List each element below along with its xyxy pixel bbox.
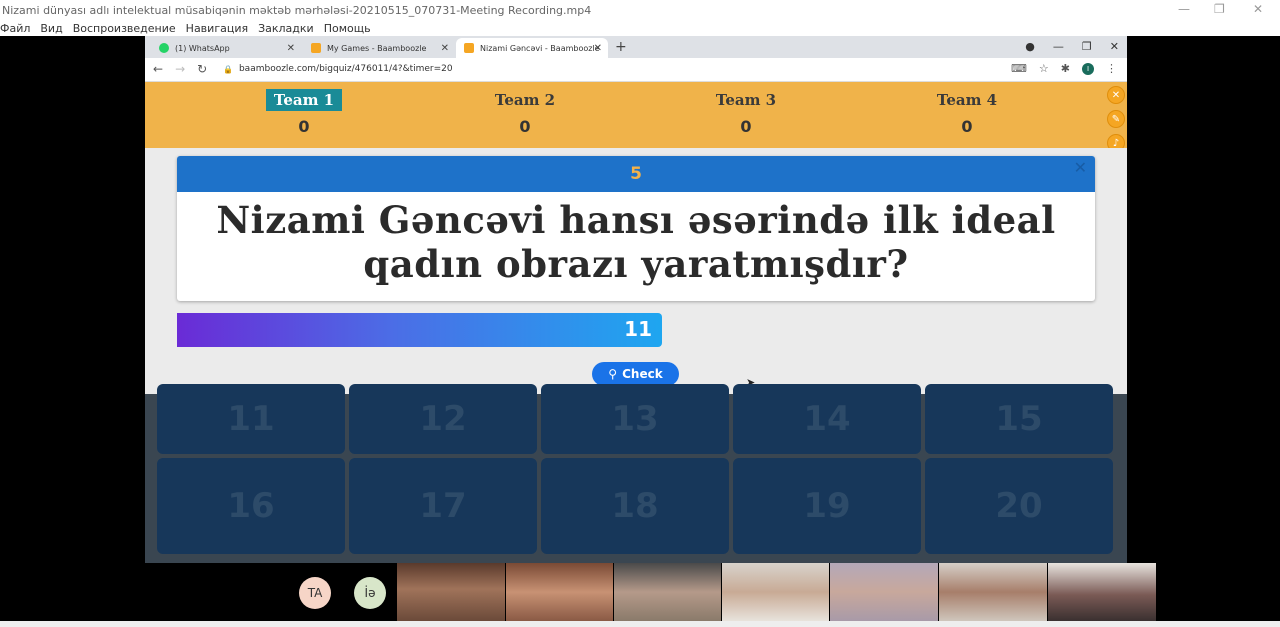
lock-icon: 🔒 (223, 64, 233, 74)
participant-video[interactable] (939, 563, 1047, 621)
tab-whatsapp[interactable]: (1) WhatsApp ✕ (151, 38, 301, 58)
menu-kebab-icon[interactable]: ⋮ (1106, 62, 1117, 75)
tab-close-icon[interactable]: ✕ (594, 43, 602, 54)
search-icon: ⚲ (608, 367, 618, 381)
menu-file[interactable]: Файл (0, 22, 30, 35)
tile-grid: 11 12 13 14 15 16 17 18 19 20 (145, 384, 1127, 563)
forward-icon[interactable]: → (175, 62, 185, 76)
baamboozle-icon (464, 43, 474, 53)
timer-value: 11 (624, 317, 652, 341)
player-title: Nizami dünyası adlı intelektual müsabiqə… (2, 3, 592, 17)
minimize-icon[interactable]: — (1053, 40, 1064, 53)
team-name: Team 3 (715, 91, 777, 109)
back-icon[interactable]: ← (153, 62, 163, 76)
team-bar: Team 1 0 Team 2 0 Team 3 0 Team 4 0 ✕ ✎ … (145, 82, 1127, 152)
team-3[interactable]: Team 3 0 (696, 89, 796, 136)
tile-17[interactable]: 17 (349, 458, 537, 554)
tab-close-icon[interactable]: ✕ (287, 43, 295, 54)
tab-nizami[interactable]: Nizami Gəncəvi - Baamboozle ✕ (456, 38, 608, 58)
team-score: 0 (740, 117, 752, 136)
question-header: 5 ✕ (177, 156, 1095, 192)
tab-close-icon[interactable]: ✕ (441, 43, 449, 54)
tile-19[interactable]: 19 (733, 458, 921, 554)
team-score: 0 (519, 117, 531, 136)
participant-video[interactable] (830, 563, 938, 621)
participant-avatar-ie[interactable]: İə (354, 577, 386, 609)
participant-strip: TA İə (0, 563, 1280, 627)
baamboozle-page: Team 1 0 Team 2 0 Team 3 0 Team 4 0 ✕ ✎ … (145, 82, 1127, 563)
close-game-icon[interactable]: ✕ (1107, 86, 1125, 104)
menu-playback[interactable]: Воспроизведение (73, 22, 176, 35)
participant-video[interactable] (614, 563, 721, 621)
tile-16[interactable]: 16 (157, 458, 345, 554)
team-4[interactable]: Team 4 0 (917, 89, 1017, 136)
team-score: 0 (961, 117, 973, 136)
tab-strip: (1) WhatsApp ✕ My Games - Baamboozle ✕ N… (145, 36, 1127, 58)
timer-bar: 11 (177, 313, 662, 347)
tile-18[interactable]: 18 (541, 458, 729, 554)
participant-video[interactable] (1048, 563, 1156, 621)
check-label: Check (622, 367, 663, 381)
player-status-line (0, 621, 1280, 627)
team-score: 0 (298, 117, 310, 136)
tab-label: (1) WhatsApp (175, 43, 230, 53)
player-title-bar: Nizami dünyası adlı intelektual müsabiqə… (0, 0, 1280, 20)
menu-navigation[interactable]: Навигация (186, 22, 248, 35)
team-name: Team 4 (936, 91, 998, 109)
question-panel: 5 ✕ Nizami Gəncəvi hansı əsərində ilk id… (145, 148, 1127, 394)
new-tab-icon[interactable]: + (615, 39, 627, 55)
profile-avatar[interactable]: I (1082, 62, 1094, 75)
whatsapp-icon (159, 43, 169, 53)
reload-icon[interactable]: ↻ (197, 62, 207, 76)
participant-video[interactable] (506, 563, 613, 621)
tile-20[interactable]: 20 (925, 458, 1113, 554)
minimize-icon[interactable]: — (1178, 2, 1190, 16)
participant-video[interactable] (397, 563, 505, 621)
team-name: Team 2 (494, 91, 556, 109)
url-text: baamboozle.com/bigquiz/476011/4?&timer=2… (238, 64, 453, 74)
team-1[interactable]: Team 1 0 (254, 89, 354, 136)
shared-browser-window: (1) WhatsApp ✕ My Games - Baamboozle ✕ N… (145, 36, 1127, 563)
side-controls: ✕ ✎ ♪ (1107, 86, 1125, 152)
team-name: Team 1 (265, 89, 343, 111)
maximize-icon[interactable]: ❐ (1082, 40, 1092, 53)
baamboozle-icon (311, 43, 321, 53)
participant-video[interactable] (722, 563, 829, 621)
tab-label: Nizami Gəncəvi - Baamboozle (480, 43, 600, 53)
browser-window-controls: ● — ❐ ✕ (1025, 40, 1119, 53)
close-icon[interactable]: ✕ (1110, 40, 1119, 53)
tile-15[interactable]: 15 (925, 384, 1113, 454)
menu-bookmarks[interactable]: Закладки (258, 22, 314, 35)
edit-pencil-icon[interactable]: ✎ (1107, 110, 1125, 128)
tile-11[interactable]: 11 (157, 384, 345, 454)
question-card: 5 ✕ Nizami Gəncəvi hansı əsərində ilk id… (177, 156, 1095, 301)
url-field[interactable]: 🔒 baamboozle.com/bigquiz/476011/4?&timer… (223, 64, 453, 74)
extensions-icon[interactable]: ✱ (1061, 62, 1070, 75)
translate-icon[interactable]: ⌨ (1011, 62, 1027, 75)
address-bar: ← → ↻ 🔒 baamboozle.com/bigquiz/476011/4?… (145, 58, 1127, 82)
question-number: 5 (630, 164, 642, 184)
bookmark-star-icon[interactable]: ☆ (1039, 62, 1049, 75)
question-text: Nizami Gəncəvi hansı əsərində ilk ideal … (216, 198, 1056, 286)
close-icon[interactable]: ✕ (1253, 2, 1263, 16)
tab-my-games[interactable]: My Games - Baamboozle ✕ (303, 38, 455, 58)
tile-12[interactable]: 12 (349, 384, 537, 454)
player-menu-bar: Файл Вид Воспроизведение Навигация Закла… (0, 20, 1280, 36)
restore-icon[interactable]: ❐ (1214, 2, 1225, 16)
tile-13[interactable]: 13 (541, 384, 729, 454)
participant-avatar-ta[interactable]: TA (299, 577, 331, 609)
team-2[interactable]: Team 2 0 (475, 89, 575, 136)
tile-14[interactable]: 14 (733, 384, 921, 454)
menu-view[interactable]: Вид (40, 22, 62, 35)
media-icon[interactable]: ● (1025, 40, 1035, 53)
check-button[interactable]: ⚲ Check (592, 362, 679, 386)
menu-help[interactable]: Помощь (324, 22, 371, 35)
tab-label: My Games - Baamboozle (327, 43, 427, 53)
close-question-icon[interactable]: ✕ (1074, 158, 1087, 177)
